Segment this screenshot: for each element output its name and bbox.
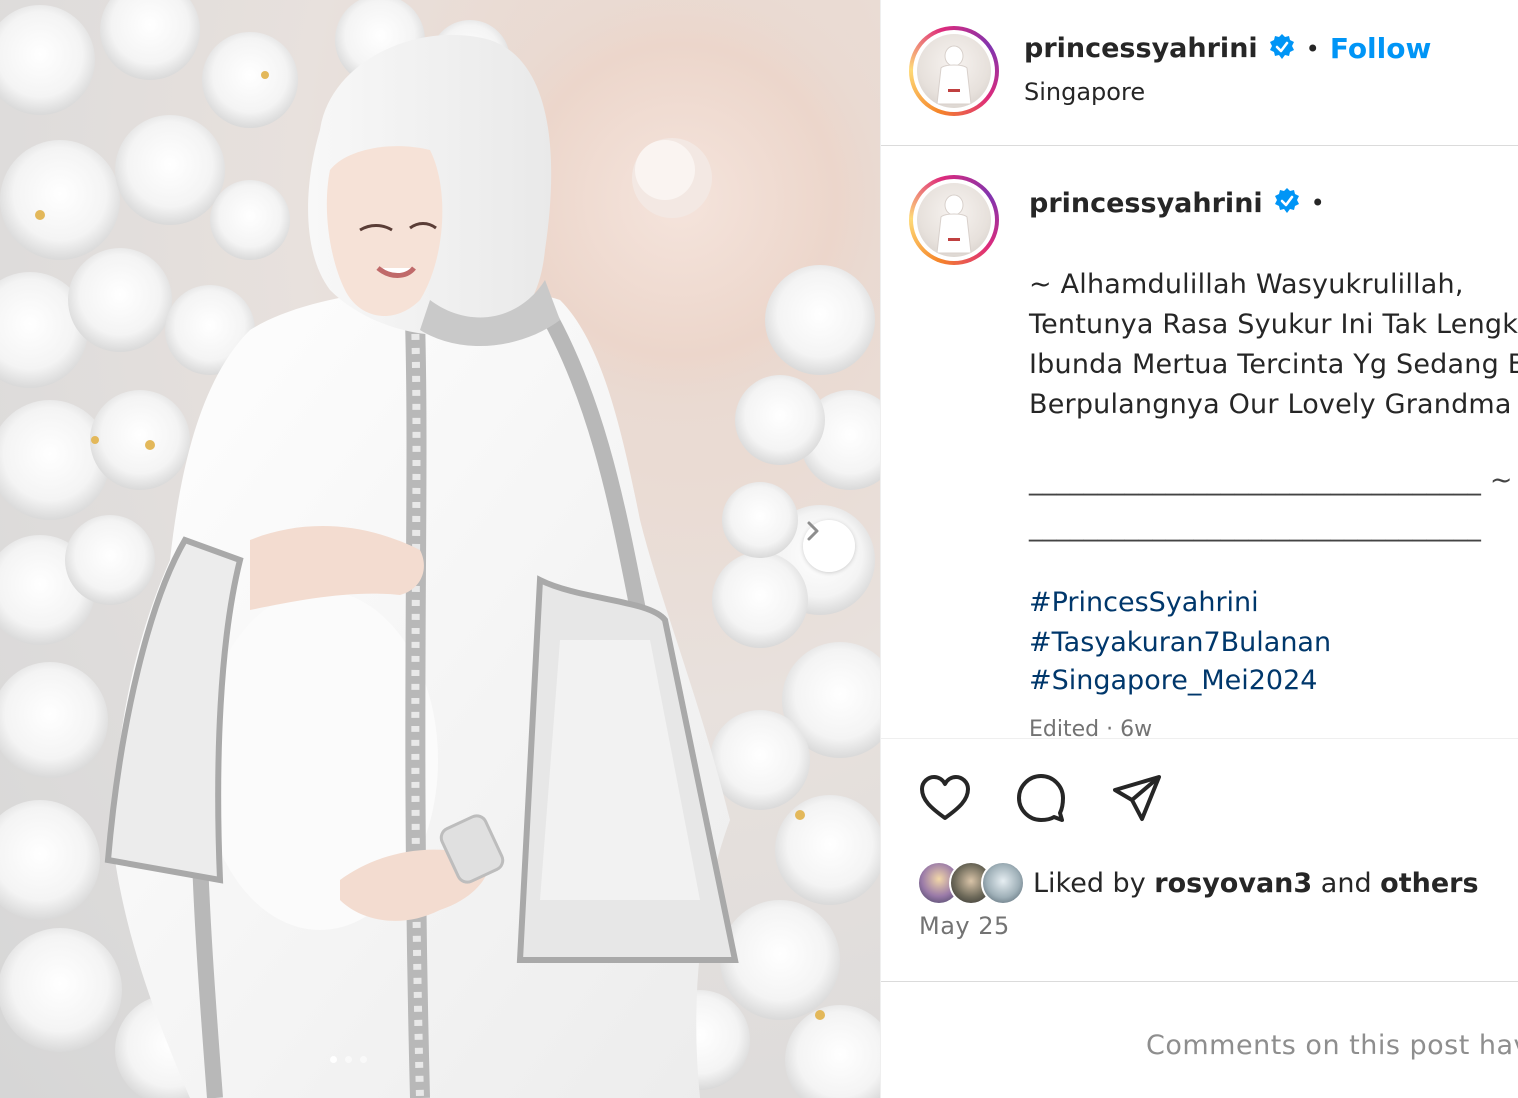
liker-username[interactable]: rosyovan3 <box>1154 868 1312 899</box>
verified-badge-icon <box>1268 33 1296 65</box>
likes-text: Liked by rosyovan3 and others <box>1033 868 1479 899</box>
avatar-figure-icon <box>936 194 972 254</box>
post-location[interactable]: Singapore <box>1024 78 1145 106</box>
caption-divider-line: _________________________________ <box>1029 511 1482 542</box>
comments-limited-notice: Comments on this post hav <box>1146 1030 1518 1061</box>
edited-timestamp: Edited · 6w <box>1029 717 1153 739</box>
author-avatar[interactable] <box>909 26 999 116</box>
likes-prefix: Liked by <box>1033 867 1146 899</box>
likes-summary: Liked by rosyovan3 and others <box>917 858 1479 908</box>
next-photo-button[interactable] <box>803 520 855 572</box>
caption-line: Ibunda Mertua Tercinta Yg Sedang B <box>1029 349 1518 380</box>
post-actions <box>917 770 1165 826</box>
caption-divider-line: _________________________________ ~ <box>1029 465 1513 496</box>
photo-illustration <box>0 0 880 1098</box>
caption-section: princessyahrini • ~ Alhamdulillah Wasyuk… <box>881 147 1518 739</box>
chevron-right-icon <box>807 521 819 541</box>
caption-separator: • <box>1310 189 1325 217</box>
post-side-panel: princessyahrini • Follow Singapore princ… <box>880 0 1518 1098</box>
share-button[interactable] <box>1109 770 1165 826</box>
post-photo[interactable] <box>0 0 880 1098</box>
carousel-dot <box>345 1056 352 1063</box>
share-icon <box>1113 775 1161 821</box>
carousel-dot <box>360 1056 367 1063</box>
carousel-dots <box>330 1056 367 1063</box>
likes-others-link[interactable]: others <box>1380 868 1478 899</box>
likes-conjunction: and <box>1320 867 1372 899</box>
liker-avatars[interactable] <box>917 861 1025 905</box>
post-date[interactable]: May 25 <box>919 912 1010 940</box>
carousel-dot <box>330 1056 337 1063</box>
caption-line: Tentunya Rasa Syukur Ini Tak Lengka <box>1029 309 1518 340</box>
post-header: princessyahrini • Follow Singapore <box>881 0 1518 146</box>
comment-button[interactable] <box>1013 770 1069 826</box>
liker-avatar <box>981 861 1025 905</box>
heart-icon <box>920 775 970 820</box>
like-button[interactable] <box>917 770 973 826</box>
header-separator: • <box>1305 34 1320 63</box>
caption-line: ~ Alhamdulillah Wasyukrulillah, <box>1029 269 1464 300</box>
comments-footer: Comments on this post hav <box>881 981 1518 1098</box>
avatar-figure-icon <box>936 45 972 105</box>
hashtag-link[interactable]: #Tasyakuran7Bulanan <box>1029 627 1331 658</box>
comment-icon <box>1017 774 1065 822</box>
hashtag-link[interactable]: #PrincesSyahrini <box>1029 587 1259 618</box>
caption-line: Berpulangnya Our Lovely Grandma K <box>1029 389 1518 420</box>
author-username[interactable]: princessyahrini <box>1024 33 1258 64</box>
caption-username[interactable]: princessyahrini <box>1029 188 1263 219</box>
verified-badge-icon <box>1273 187 1301 219</box>
caption-author-avatar[interactable] <box>909 175 999 265</box>
hashtag-link[interactable]: #Singapore_Mei2024 <box>1029 665 1317 696</box>
follow-button[interactable]: Follow <box>1330 32 1432 65</box>
